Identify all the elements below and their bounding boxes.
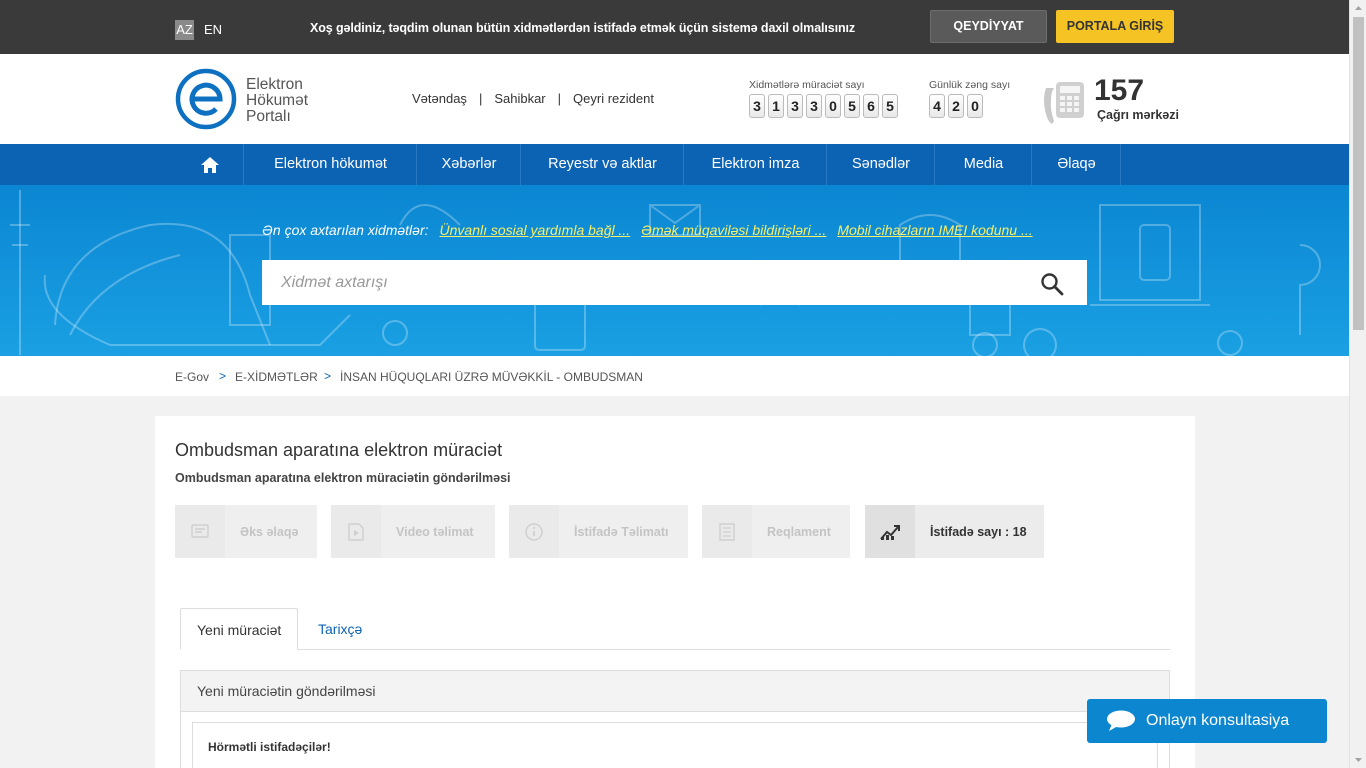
online-consultation-label: Onlayn konsultasiya xyxy=(1146,712,1290,729)
language-en[interactable]: EN xyxy=(204,20,222,40)
scrollbar-thumb[interactable] xyxy=(1353,17,1364,330)
call-center-label: Çağrı mərkəzi xyxy=(1097,108,1179,122)
scroll-up-arrow-icon[interactable] xyxy=(1350,0,1366,17)
online-consultation-button[interactable]: Onlayn konsultasiya xyxy=(1087,699,1327,743)
regulation-button[interactable]: Reqlament xyxy=(702,505,850,558)
nav-item-documents[interactable]: Sənədlər xyxy=(828,144,935,185)
info-icon xyxy=(509,505,559,558)
tab-new-request[interactable]: Yeni müraciət xyxy=(180,608,299,650)
calls-counter-label: Günlük zəng sayı xyxy=(929,79,1011,91)
chat-bubble-icon xyxy=(1107,710,1135,731)
counter-digit: 3 xyxy=(787,94,803,118)
audience-link-citizen[interactable]: Vətəndaş xyxy=(412,91,467,106)
feedback-label: Əks əlaqə xyxy=(240,524,299,539)
nav-item-egov[interactable]: Elektron hökumət xyxy=(245,144,417,185)
counter-digit: 3 xyxy=(749,94,765,118)
counter-digit: 5 xyxy=(882,94,898,118)
video-icon xyxy=(331,505,381,558)
counter-digit: 6 xyxy=(863,94,879,118)
notice-box: Hörmətli istifadəçilər! xyxy=(192,722,1158,768)
counter-digit: 1 xyxy=(768,94,784,118)
audience-separator: | xyxy=(557,91,562,106)
nav-item-contact[interactable]: Əlaqə xyxy=(1033,144,1121,185)
page-scrollbar[interactable] xyxy=(1349,0,1366,768)
video-guide-label: Video təlimat xyxy=(396,524,474,539)
notice-title: Hörmətli istifadəçilər! xyxy=(208,740,331,754)
service-search xyxy=(262,260,1087,305)
logo-line-3: Portalı xyxy=(246,108,291,125)
scroll-down-arrow-icon[interactable] xyxy=(1350,751,1366,768)
welcome-message: Xoş gəldiniz, təqdim olunan bütün xidmət… xyxy=(310,21,856,35)
usage-count-label: İstifadə sayı : 18 xyxy=(930,524,1027,539)
nav-home[interactable] xyxy=(175,144,244,185)
popular-link-social-aid[interactable]: Ünvanlı sosial yardımla bağl ... xyxy=(440,222,631,238)
popular-services-label: Ən çox axtarılan xidmətlər: xyxy=(262,222,429,238)
nav-item-registry[interactable]: Reyestr və aktlar xyxy=(522,144,684,185)
audience-links: Vətəndaş | Sahibkar | Qeyri rezident xyxy=(412,91,654,106)
counter-digit: 2 xyxy=(948,94,964,118)
counter-digit: 3 xyxy=(806,94,822,118)
breadcrumb-eservices[interactable]: E-XİDMƏTLƏR xyxy=(235,370,318,384)
nav-item-news[interactable]: Xəbərlər xyxy=(418,144,521,185)
audience-link-nonresident[interactable]: Qeyri rezident xyxy=(573,91,654,106)
form-heading: Yeni müraciətin göndərilməsi xyxy=(180,670,1170,712)
popular-link-labor-contract[interactable]: Əmək müqaviləsi bildirişləri ... xyxy=(641,222,826,238)
requests-counter: Xidmətlərə müraciət sayı 3 1 3 3 0 5 6 5 xyxy=(749,79,898,118)
regulation-label: Reqlament xyxy=(767,524,831,539)
counter-digit: 0 xyxy=(825,94,841,118)
logo-text[interactable]: Elektron Hökumət Portalı xyxy=(246,77,308,125)
register-button[interactable]: QEYDİYYAT xyxy=(930,10,1047,43)
logo-line-2: Hökumət xyxy=(246,92,309,109)
tab-history[interactable]: Tarixçə xyxy=(302,608,378,650)
requests-counter-label: Xidmətlərə müraciət sayı xyxy=(749,79,865,91)
logo-line-1: Elektron xyxy=(246,76,303,93)
user-guide-button[interactable]: İstifadə Təlimatı xyxy=(509,505,688,558)
document-icon xyxy=(702,505,752,558)
counter-digit: 5 xyxy=(844,94,860,118)
feedback-icon xyxy=(175,505,225,558)
user-guide-label: İstifadə Təlimatı xyxy=(574,524,669,539)
trend-chart-icon xyxy=(865,505,915,558)
audience-separator: | xyxy=(478,91,483,106)
popular-link-imei[interactable]: Mobil cihazların IMEI kodunu ... xyxy=(837,222,1032,238)
page-subtitle: Ombudsman aparatına elektron müraciətin … xyxy=(175,471,511,485)
breadcrumb: E-Gov > E-XİDMƏTLƏR > İNSAN HÜQUQLARI ÜZ… xyxy=(0,356,1349,396)
site-header: Elektron Hökumət Portalı Vətəndaş | Sahibk… xyxy=(0,54,1349,144)
popular-services: Ən çox axtarılan xidmətlər: Ünvanlı sosia… xyxy=(262,222,1033,238)
breadcrumb-separator: > xyxy=(324,369,332,383)
main-nav: Elektron hökumət Xəbərlər Reyestr və akt… xyxy=(0,144,1349,185)
counter-digit: 4 xyxy=(929,94,945,118)
egov-logo-icon[interactable] xyxy=(175,68,237,130)
video-guide-button[interactable]: Video təlimat xyxy=(331,505,495,558)
search-hero: Ən çox axtarılan xidmətlər: Ünvanlı sosia… xyxy=(0,185,1349,356)
page-title: Ombudsman aparatına elektron müraciət xyxy=(175,440,503,460)
nav-item-media[interactable]: Media xyxy=(936,144,1032,185)
form-body: Hörmətli istifadəçilər! xyxy=(180,712,1170,768)
breadcrumb-current: İNSAN HÜQUQLARI ÜZRƏ MÜVƏKKİL - OMBUDSMA… xyxy=(340,370,643,384)
audience-link-entrepreneur[interactable]: Sahibkar xyxy=(494,91,545,106)
calls-counter: Günlük zəng sayı 4 2 0 xyxy=(929,79,1010,118)
top-bar: AZ EN Xoş gəldiniz, təqdim olunan bütün … xyxy=(0,0,1349,54)
call-center-number[interactable]: 157 xyxy=(1094,74,1144,108)
language-az[interactable]: AZ xyxy=(175,20,194,40)
search-icon[interactable] xyxy=(1040,272,1064,296)
nav-item-esignature[interactable]: Elektron imza xyxy=(685,144,827,185)
portal-login-button[interactable]: PORTALA GİRİŞ xyxy=(1056,10,1174,43)
service-panel: Ombudsman aparatına elektron müraciət Om… xyxy=(155,416,1195,768)
counter-digit: 0 xyxy=(967,94,983,118)
service-search-input[interactable] xyxy=(262,260,1022,305)
feedback-button[interactable]: Əks əlaqə xyxy=(175,505,317,558)
usage-count: İstifadə sayı : 18 xyxy=(865,505,1044,558)
home-icon xyxy=(201,157,219,173)
phone-icon xyxy=(1044,82,1084,124)
request-tabs: Yeni müraciət Tarixçə xyxy=(180,608,1170,650)
breadcrumb-separator: > xyxy=(219,369,227,383)
breadcrumb-egov[interactable]: E-Gov xyxy=(175,370,209,384)
